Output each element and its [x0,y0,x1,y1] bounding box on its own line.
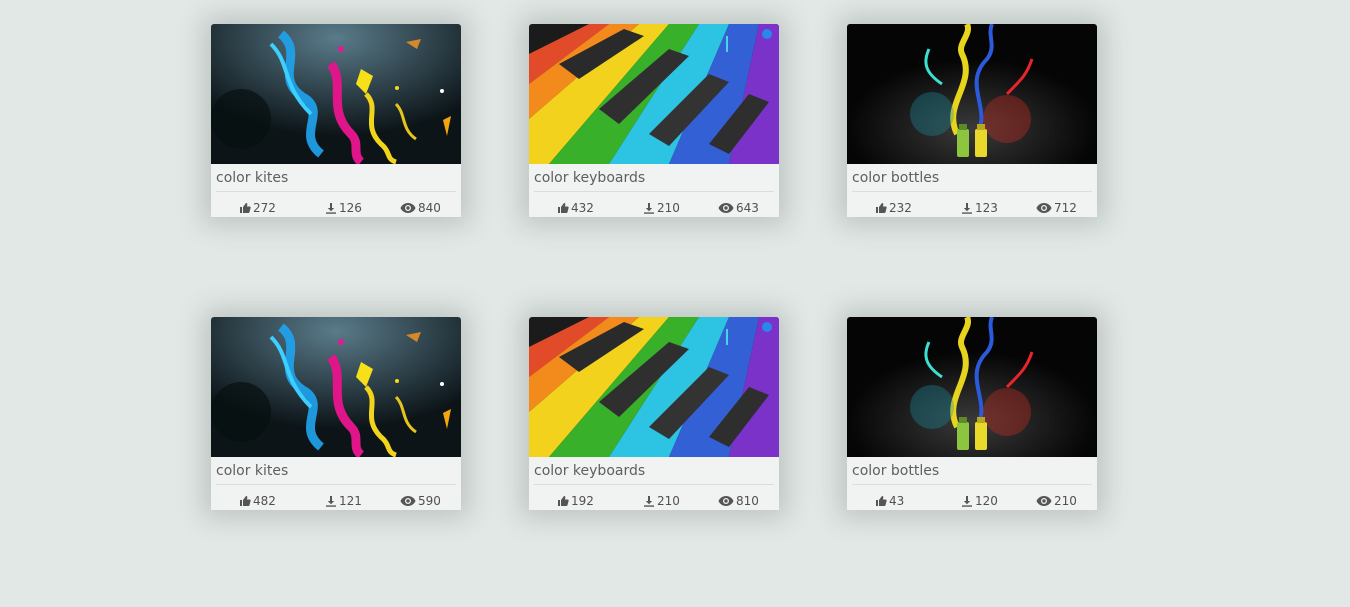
views-stat[interactable]: 712 [1036,200,1077,216]
download-icon [326,496,336,507]
likes-count: 432 [571,201,594,215]
downloads-count: 121 [339,494,362,508]
card-thumbnail[interactable] [529,24,779,164]
card-divider [534,484,774,485]
card-thumbnail[interactable] [847,24,1097,164]
card-title[interactable]: color keyboards [534,169,774,187]
downloads-count: 210 [657,494,680,508]
thumbs-up-icon [240,496,251,506]
card-thumbnail[interactable] [211,24,461,164]
downloads-count: 210 [657,201,680,215]
likes-count: 43 [889,494,905,508]
download-icon [962,203,972,214]
views-count: 810 [736,494,759,508]
eye-icon [400,203,416,213]
card-thumbnail[interactable] [211,317,461,457]
card-divider [852,484,1092,485]
card-title[interactable]: color bottles [852,169,1092,187]
views-stat[interactable]: 810 [718,493,759,509]
card-divider [216,191,456,192]
views-count: 590 [418,494,441,508]
views-count: 210 [1054,494,1077,508]
views-count: 643 [736,201,759,215]
thumbs-up-icon [876,496,887,506]
downloads-stat[interactable]: 123 [961,200,998,216]
downloads-count: 120 [975,494,998,508]
gallery-row: color kites 482 121 590 color keyboards … [180,317,1150,510]
downloads-count: 126 [339,201,362,215]
gallery-card[interactable]: color keyboards 192 210 810 [529,317,779,510]
likes-stat[interactable]: 482 [239,493,276,509]
gallery-card[interactable]: color bottles 43 120 210 [847,317,1097,510]
card-title[interactable]: color kites [216,169,456,187]
card-title[interactable]: color bottles [852,462,1092,480]
card-thumbnail[interactable] [529,317,779,457]
downloads-stat[interactable]: 126 [325,200,362,216]
views-count: 712 [1054,201,1077,215]
card-divider [216,484,456,485]
likes-stat[interactable]: 272 [239,200,276,216]
gallery-card[interactable]: color bottles 232 123 712 [847,24,1097,217]
eye-icon [1036,203,1052,213]
gallery-card[interactable]: color kites 482 121 590 [211,317,461,510]
download-icon [644,496,654,507]
downloads-count: 123 [975,201,998,215]
card-thumbnail[interactable] [847,317,1097,457]
likes-stat[interactable]: 192 [557,493,594,509]
thumbs-up-icon [240,203,251,213]
eye-icon [718,203,734,213]
likes-stat[interactable]: 43 [875,493,904,509]
likes-stat[interactable]: 432 [557,200,594,216]
eye-icon [718,496,734,506]
views-count: 840 [418,201,441,215]
likes-count: 482 [253,494,276,508]
gallery-card[interactable]: color kites 272 126 840 [211,24,461,217]
downloads-stat[interactable]: 121 [325,493,362,509]
thumbs-up-icon [558,496,569,506]
views-stat[interactable]: 210 [1036,493,1077,509]
views-stat[interactable]: 840 [400,200,441,216]
eye-icon [400,496,416,506]
likes-count: 192 [571,494,594,508]
downloads-stat[interactable]: 120 [961,493,998,509]
likes-count: 272 [253,201,276,215]
download-icon [644,203,654,214]
card-title[interactable]: color kites [216,462,456,480]
download-icon [326,203,336,214]
gallery-card[interactable]: color keyboards 432 210 643 [529,24,779,217]
likes-count: 232 [889,201,912,215]
thumbs-up-icon [876,203,887,213]
gallery-row: color kites 272 126 840 color keyboards … [180,24,1150,217]
download-icon [962,496,972,507]
card-title[interactable]: color keyboards [534,462,774,480]
eye-icon [1036,496,1052,506]
downloads-stat[interactable]: 210 [643,493,680,509]
thumbs-up-icon [558,203,569,213]
views-stat[interactable]: 643 [718,200,759,216]
downloads-stat[interactable]: 210 [643,200,680,216]
views-stat[interactable]: 590 [400,493,441,509]
card-divider [852,191,1092,192]
card-divider [534,191,774,192]
likes-stat[interactable]: 232 [875,200,912,216]
